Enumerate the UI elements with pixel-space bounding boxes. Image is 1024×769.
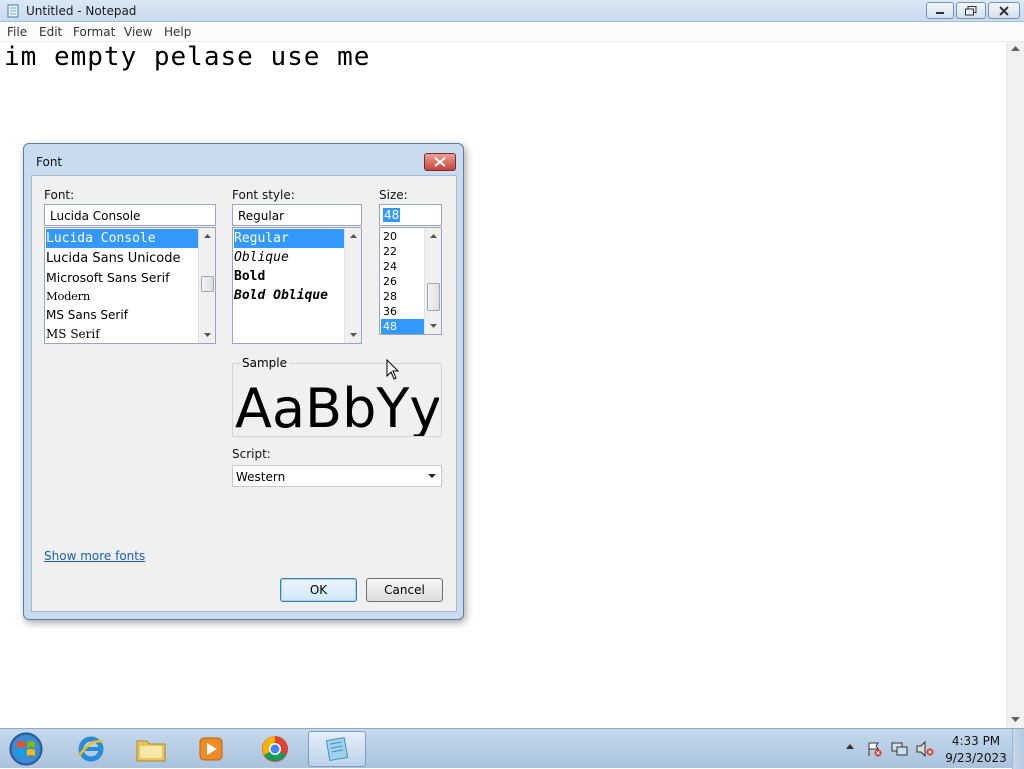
scroll-up-icon[interactable] xyxy=(350,234,357,238)
font-style-input[interactable]: Regular xyxy=(232,204,362,226)
font-list-item-ms-serif[interactable]: MS Serif xyxy=(46,325,198,343)
chevron-down-icon xyxy=(428,474,436,478)
scroll-thumb[interactable] xyxy=(427,283,440,311)
start-button[interactable] xyxy=(4,730,48,768)
close-icon xyxy=(434,157,446,167)
font-label: Font: xyxy=(44,188,75,202)
menu-help[interactable]: Help xyxy=(164,25,191,39)
menu-file[interactable]: File xyxy=(7,25,27,39)
scroll-thumb[interactable] xyxy=(201,276,214,292)
font-list-scrollbar[interactable] xyxy=(198,228,215,343)
scroll-up-icon[interactable] xyxy=(204,234,211,238)
close-icon xyxy=(999,5,1009,16)
size-list-scrollbar[interactable] xyxy=(424,228,441,334)
taskbar-internet-explorer[interactable] xyxy=(62,731,120,767)
clock-time[interactable]: 4:33 PM xyxy=(946,734,1006,748)
mouse-cursor-icon xyxy=(386,359,400,380)
restore-icon xyxy=(965,5,977,15)
font-style-list[interactable]: Regular Oblique Bold Bold Oblique xyxy=(232,227,362,344)
script-dropdown[interactable]: Western xyxy=(232,465,442,487)
show-more-fonts-link[interactable]: Show more fonts xyxy=(44,549,145,563)
dialog-title: Font xyxy=(36,155,63,169)
style-list-item-oblique[interactable]: Oblique xyxy=(234,248,344,267)
menu-bar: File Edit Format View Help xyxy=(0,22,1024,42)
chrome-icon xyxy=(262,736,288,762)
scroll-down-icon[interactable] xyxy=(1011,717,1020,722)
menu-edit[interactable]: Edit xyxy=(39,25,62,39)
taskbar-chrome[interactable] xyxy=(246,731,304,767)
notepad-icon xyxy=(325,737,349,761)
font-name-input[interactable]: Lucida Console xyxy=(44,204,216,226)
size-list[interactable]: 20 22 24 26 28 36 48 xyxy=(379,227,442,335)
script-dropdown-value: Western xyxy=(236,470,286,484)
font-list-item-lucida-sans-unicode[interactable]: Lucida Sans Unicode xyxy=(46,249,198,268)
taskbar: 4:33 PM 9/23/2023 xyxy=(0,728,1024,769)
script-label: Script: xyxy=(232,447,271,461)
style-list-item-bold[interactable]: Bold xyxy=(234,267,344,286)
size-list-item-20[interactable]: 20 xyxy=(381,229,424,244)
style-list-item-regular[interactable]: Regular xyxy=(234,229,344,248)
minimize-button[interactable] xyxy=(926,2,954,19)
font-list-item-modern[interactable]: Modern xyxy=(46,287,198,306)
volume-muted-icon[interactable] xyxy=(916,741,934,757)
sample-label: Sample xyxy=(240,356,289,370)
restore-button[interactable] xyxy=(956,2,986,19)
font-list[interactable]: Lucida Console Lucida Sans Unicode Micro… xyxy=(44,227,216,344)
cancel-button[interactable]: Cancel xyxy=(366,578,443,602)
window-titlebar: Untitled - Notepad xyxy=(0,0,1024,22)
size-label: Size: xyxy=(379,188,408,202)
size-input[interactable]: 48 xyxy=(379,204,442,226)
clock-date[interactable]: 9/23/2023 xyxy=(942,751,1010,765)
scroll-down-icon[interactable] xyxy=(350,333,357,337)
menu-view[interactable]: View xyxy=(124,25,152,39)
dialog-body: Font: Lucida Console Lucida Console Luci… xyxy=(31,175,457,612)
folder-icon xyxy=(136,740,166,762)
scroll-down-icon[interactable] xyxy=(430,324,437,328)
font-list-item-ms-sans-serif[interactable]: MS Sans Serif xyxy=(46,306,198,325)
close-button[interactable] xyxy=(988,2,1020,19)
scroll-up-icon[interactable] xyxy=(430,234,437,238)
show-hidden-icons-icon[interactable] xyxy=(846,744,854,749)
style-list-scrollbar[interactable] xyxy=(344,228,361,343)
network-icon[interactable] xyxy=(891,741,909,757)
show-desktop-button[interactable] xyxy=(1012,729,1024,769)
size-list-item-28[interactable]: 28 xyxy=(381,289,424,304)
sample-group: Sample AaBbYyZz xyxy=(232,356,442,437)
size-list-item-26[interactable]: 26 xyxy=(381,274,424,289)
menu-format[interactable]: Format xyxy=(73,25,115,39)
size-input-value: 48 xyxy=(383,208,401,222)
minimize-icon xyxy=(936,11,944,14)
notepad-icon xyxy=(7,4,19,18)
font-list-item-microsoft-sans-serif[interactable]: Microsoft Sans Serif xyxy=(46,268,198,287)
internet-explorer-icon xyxy=(77,736,104,762)
taskbar-windows-explorer[interactable] xyxy=(122,731,180,767)
ok-button[interactable]: OK xyxy=(280,578,357,602)
size-list-item-36[interactable]: 36 xyxy=(381,304,424,319)
font-style-label: Font style: xyxy=(232,188,295,202)
size-list-item-22[interactable]: 22 xyxy=(381,244,424,259)
media-player-icon xyxy=(199,737,223,761)
font-dialog: Font Font: Lucida Console Lucida Console… xyxy=(23,143,464,620)
scroll-down-icon[interactable] xyxy=(204,333,211,337)
vertical-scrollbar[interactable] xyxy=(1006,42,1024,728)
window-title: Untitled - Notepad xyxy=(26,4,137,18)
style-list-item-bold-oblique[interactable]: Bold Oblique xyxy=(234,286,344,305)
editor-content[interactable]: im empty pelase use me xyxy=(4,42,370,72)
size-list-item-48[interactable]: 48 xyxy=(381,319,424,334)
size-list-item-24[interactable]: 24 xyxy=(381,259,424,274)
taskbar-notepad[interactable] xyxy=(308,731,366,767)
taskbar-media-player[interactable] xyxy=(182,731,240,767)
font-list-item-lucida-console[interactable]: Lucida Console xyxy=(46,229,198,248)
scroll-up-icon[interactable] xyxy=(1011,46,1020,51)
sample-preview-text: AaBbYyZz xyxy=(235,382,439,436)
action-center-flag-icon[interactable] xyxy=(866,741,882,757)
dialog-close-button[interactable] xyxy=(424,153,456,171)
